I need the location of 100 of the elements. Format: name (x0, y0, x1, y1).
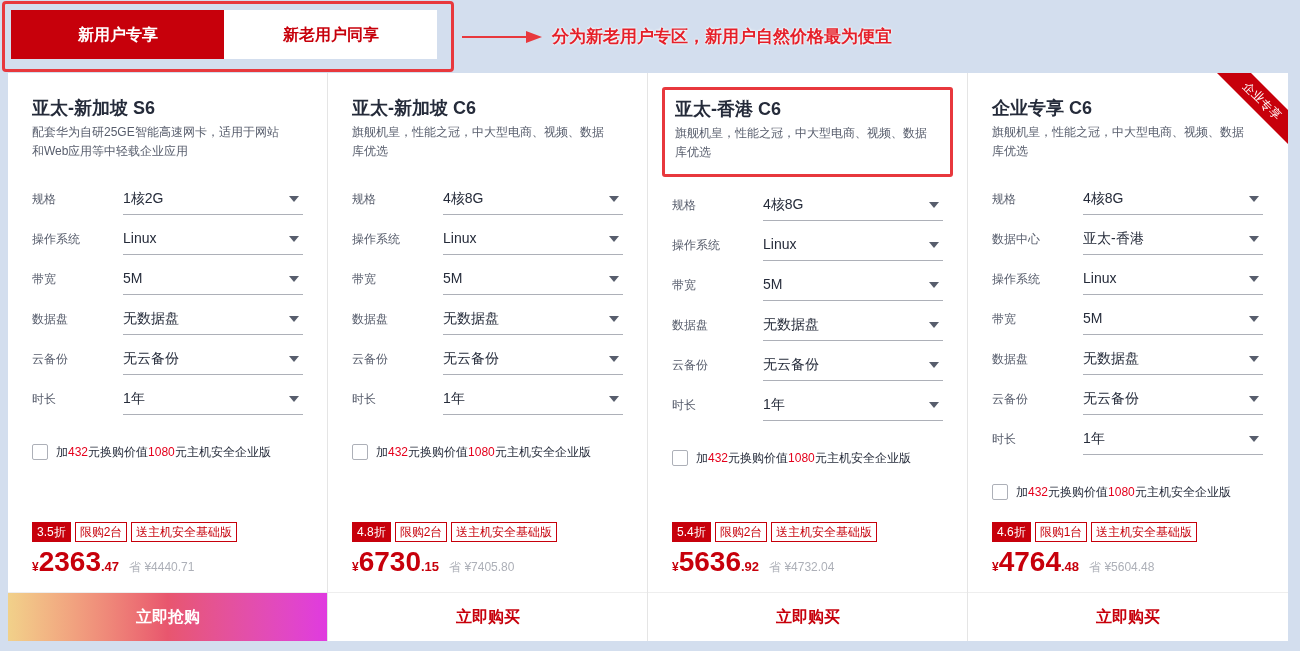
caret-icon (929, 241, 939, 248)
checkbox[interactable] (32, 444, 48, 460)
savings-text: 省 ¥4440.71 (129, 559, 195, 576)
promo-tag: 限购1台 (1034, 522, 1088, 542)
caret-icon (289, 315, 299, 322)
caret-icon (289, 235, 299, 242)
select-field[interactable]: 5M (1083, 303, 1263, 335)
currency-sign: ¥ (352, 560, 359, 576)
checkbox[interactable] (672, 450, 688, 466)
currency-sign: ¥ (992, 560, 999, 576)
field-label: 时长 (672, 397, 697, 414)
caret-icon (1249, 315, 1259, 322)
currency-sign: ¥ (672, 560, 679, 576)
arrow-icon (462, 29, 542, 44)
field-label: 数据盘 (352, 311, 389, 328)
caret-icon (289, 395, 299, 402)
checkbox[interactable] (992, 484, 1008, 500)
select-field[interactable]: Linux (1083, 263, 1263, 295)
promo-tag: 4.6折 (992, 522, 1031, 542)
select-field[interactable]: 无数据盘 (1083, 343, 1263, 375)
select-field[interactable]: 4核8G (763, 189, 943, 221)
field-label: 操作系统 (32, 231, 81, 248)
plan-description: 配套华为自研25GE智能高速网卡，适用于网站和Web应用等中轻载企业应用 (32, 124, 280, 160)
select-field[interactable]: 1年 (763, 389, 943, 421)
caret-icon (1249, 435, 1259, 442)
promo-tag: 送主机安全基础版 (131, 522, 238, 542)
currency-sign: ¥ (32, 560, 39, 576)
select-field[interactable]: Linux (443, 223, 623, 255)
caret-icon (1249, 195, 1259, 202)
caret-icon (609, 275, 619, 282)
select-field[interactable]: 无云备份 (763, 349, 943, 381)
select-field[interactable]: 1年 (1083, 423, 1263, 455)
addon-offer-text: 加432元换购价值1080元主机安全企业版 (696, 450, 911, 467)
caret-icon (1249, 355, 1259, 362)
checkbox[interactable] (352, 444, 368, 460)
field-label: 规格 (992, 191, 1017, 208)
field-label: 时长 (32, 391, 57, 408)
caret-icon (289, 195, 299, 202)
buy-button[interactable]: 立即抢购 (8, 592, 327, 641)
promo-tag: 送主机安全基础版 (451, 522, 558, 542)
promo-tag: 3.5折 (32, 522, 71, 542)
caret-icon (609, 235, 619, 242)
field-label: 数据盘 (32, 311, 69, 328)
field-label: 数据中心 (992, 231, 1041, 248)
addon-offer-text: 加432元换购价值1080元主机安全企业版 (1016, 484, 1231, 501)
plan-title: 亚太-新加坡 C6 (352, 97, 476, 120)
promo-tag: 送主机安全基础版 (1091, 522, 1198, 542)
promo-tag: 限购2台 (74, 522, 128, 542)
savings-text: 省 ¥5604.48 (1089, 559, 1155, 576)
select-field[interactable]: Linux (763, 229, 943, 261)
select-field[interactable]: 无数据盘 (443, 303, 623, 335)
price-decimal: .15 (421, 558, 440, 576)
promo-tag: 送主机安全基础版 (771, 522, 878, 542)
field-label: 带宽 (352, 271, 377, 288)
tab[interactable]: 新用户专享 (11, 10, 224, 59)
price-integer: 6730 (358, 545, 421, 579)
caret-icon (929, 321, 939, 328)
select-field[interactable]: Linux (123, 223, 303, 255)
caret-icon (929, 401, 939, 408)
select-field[interactable]: 5M (443, 263, 623, 295)
field-label: 操作系统 (352, 231, 401, 248)
select-field[interactable]: 无云备份 (1083, 383, 1263, 415)
field-label: 操作系统 (992, 271, 1041, 288)
field-label: 云备份 (352, 351, 389, 368)
promo-tag: 5.4折 (672, 522, 711, 542)
select-field[interactable]: 4核8G (443, 183, 623, 215)
caret-icon (1249, 275, 1259, 282)
select-field[interactable]: 1核2G (123, 183, 303, 215)
field-label: 时长 (992, 431, 1017, 448)
field-label: 带宽 (32, 271, 57, 288)
select-field[interactable]: 1年 (443, 383, 623, 415)
select-field[interactable]: 亚太-香港 (1083, 223, 1263, 255)
field-label: 数据盘 (672, 317, 709, 334)
select-field[interactable]: 4核8G (1083, 183, 1263, 215)
plan-description: 旗舰机皇，性能之冠，中大型电商、视频、数据库优选 (992, 124, 1245, 160)
callout-text: 分为新老用户专区，新用户自然价格最为便宜 (552, 24, 892, 48)
plan-title: 亚太-新加坡 S6 (32, 97, 155, 120)
field-label: 规格 (672, 197, 697, 214)
select-field[interactable]: 无云备份 (123, 343, 303, 375)
select-field[interactable]: 无云备份 (443, 343, 623, 375)
field-label: 数据盘 (992, 351, 1029, 368)
plan-description: 旗舰机皇，性能之冠，中大型电商、视频、数据库优选 (675, 125, 928, 161)
caret-icon (1249, 395, 1259, 402)
price-integer: 4764 (998, 545, 1061, 579)
select-field[interactable]: 5M (763, 269, 943, 301)
caret-icon (609, 315, 619, 322)
select-field[interactable]: 1年 (123, 383, 303, 415)
field-label: 规格 (32, 191, 57, 208)
price-decimal: .48 (1061, 559, 1080, 576)
caret-icon (609, 355, 619, 362)
caret-icon (289, 275, 299, 282)
select-field[interactable]: 无数据盘 (763, 309, 943, 341)
savings-text: 省 ¥7405.80 (449, 559, 515, 576)
plan-description: 旗舰机皇，性能之冠，中大型电商、视频、数据库优选 (352, 124, 605, 160)
price-decimal: .47 (101, 558, 120, 576)
field-label: 云备份 (992, 391, 1029, 408)
caret-icon (1249, 235, 1259, 242)
addon-offer-text: 加432元换购价值1080元主机安全企业版 (56, 444, 271, 461)
select-field[interactable]: 5M (123, 263, 303, 295)
select-field[interactable]: 无数据盘 (123, 303, 303, 335)
